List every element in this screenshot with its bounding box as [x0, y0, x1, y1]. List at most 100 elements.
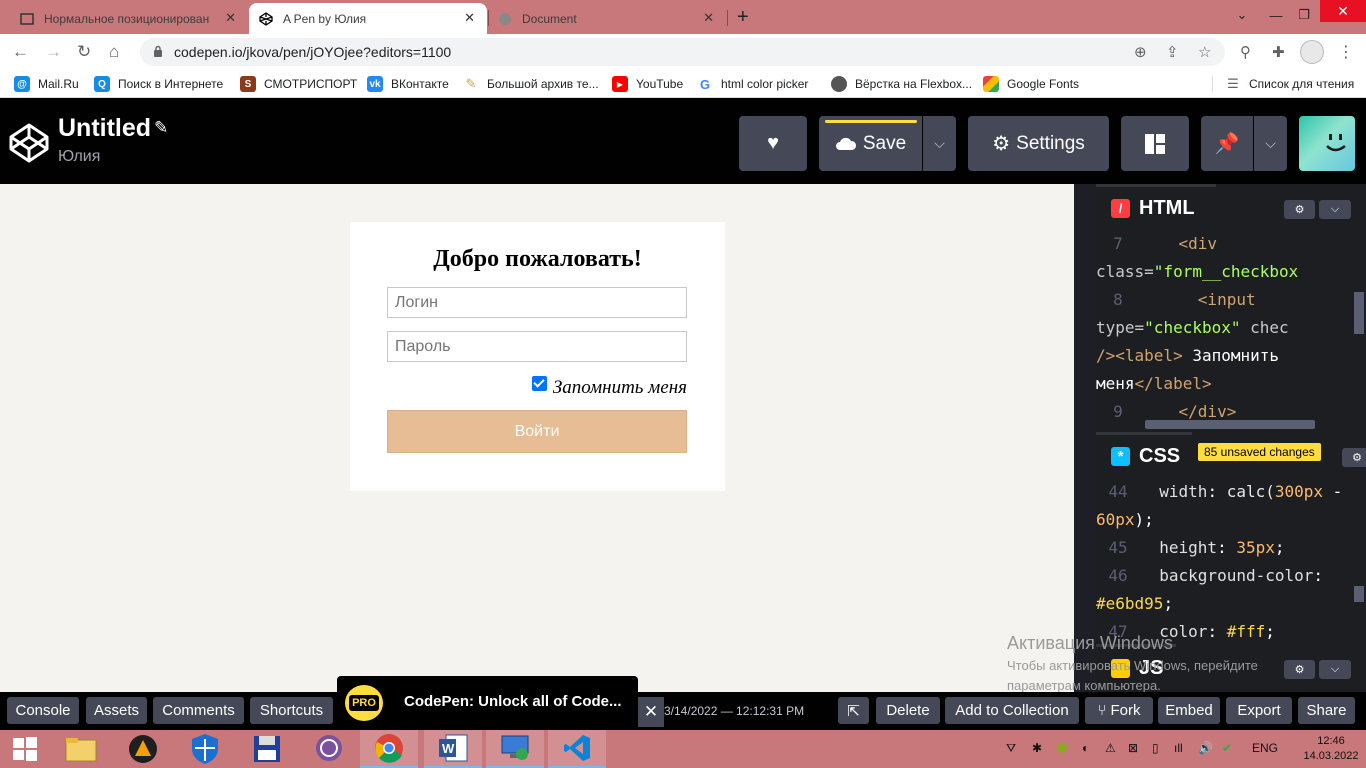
volume-icon[interactable]: 🔊 — [1198, 741, 1213, 755]
pin-options-button[interactable]: ⌵ — [1254, 116, 1287, 171]
back-arrow-icon[interactable]: ← — [12, 42, 29, 62]
profile-avatar[interactable] — [1300, 40, 1324, 64]
css-settings-button[interactable]: ⚙ — [1342, 448, 1366, 467]
close-promo-icon[interactable]: ✕ — [638, 697, 664, 727]
tray-app-icon[interactable]: ✱ — [1032, 741, 1042, 755]
nvidia-tray-icon[interactable]: ▣ — [1056, 741, 1067, 755]
save-button[interactable]: Save — [819, 116, 922, 171]
tray-app-icon[interactable]: ◐ — [1082, 741, 1089, 755]
css-code[interactable]: 44 width: calc(300px -60px); 45 height: 3… — [1096, 478, 1354, 640]
file-explorer-icon[interactable] — [52, 730, 110, 768]
share-button[interactable]: Share — [1298, 697, 1355, 724]
pin-button[interactable]: 📌 — [1201, 116, 1253, 171]
language-indicator[interactable]: ENG — [1252, 741, 1278, 755]
home-icon[interactable]: ⌂ — [109, 42, 119, 62]
change-view-button[interactable] — [1121, 116, 1189, 171]
share-icon[interactable]: ⇪ — [1166, 43, 1179, 61]
extensions-puzzle-icon[interactable]: ✚ — [1272, 43, 1285, 61]
user-avatar[interactable] — [1299, 116, 1355, 171]
tray-app-icon[interactable]: ⚠ — [1105, 741, 1116, 755]
bookmark-item[interactable]: Q Поиск в Интернете — [94, 76, 223, 92]
save-options-button[interactable]: ⌵ — [923, 116, 956, 171]
bookmark-item[interactable]: vk ВКонтакте — [367, 76, 449, 92]
tray-check-icon[interactable]: ✔ — [1222, 741, 1232, 755]
bookmark-item[interactable]: ▶ YouTube — [612, 76, 683, 92]
settings-button[interactable]: ⚙ Settings — [968, 116, 1109, 171]
remote-desktop-icon[interactable] — [486, 730, 544, 768]
window-close-icon[interactable]: ✕ — [1320, 0, 1366, 22]
bookmark-item[interactable]: @ Mail.Ru — [14, 76, 79, 92]
chrome-icon[interactable] — [360, 730, 418, 768]
browser-tab[interactable]: Нормальное позиционирован ✕ — [10, 3, 248, 34]
start-button[interactable] — [0, 730, 50, 768]
bookmark-item[interactable]: Ghtml color picker — [697, 76, 808, 92]
code-token: #e6bd95 — [1096, 594, 1164, 613]
remember-me-checkbox[interactable] — [531, 376, 547, 391]
browser-tab[interactable]: Document ✕ — [488, 3, 726, 34]
restore-icon[interactable]: ❐ — [1288, 0, 1320, 30]
shortcuts-button[interactable]: Shortcuts — [250, 697, 333, 724]
bookmark-item[interactable]: Google Fonts — [983, 76, 1079, 92]
search-extension-icon[interactable]: ⚲ — [1240, 43, 1251, 61]
password-input[interactable] — [387, 331, 687, 362]
remember-me-label[interactable]: Запомнить меня — [553, 377, 687, 398]
love-button[interactable]: ♥ — [739, 116, 807, 171]
pen-title[interactable]: Untitled — [58, 114, 151, 143]
word-icon[interactable]: W — [424, 730, 482, 768]
new-tab-icon[interactable]: + — [737, 6, 749, 29]
add-to-collection-button[interactable]: Add to Collection — [945, 697, 1079, 724]
html-vertical-scrollbar[interactable] — [1354, 292, 1364, 334]
bookmark-item[interactable]: Вёрстка на Flexbox... — [831, 76, 972, 92]
zoom-icon[interactable]: ⊕ — [1134, 43, 1147, 61]
bookmark-item[interactable]: ✎ Большой архив те... — [463, 76, 599, 92]
forward-arrow-icon[interactable]: → — [45, 42, 62, 62]
assets-button[interactable]: Assets — [86, 697, 147, 724]
login-input[interactable] — [387, 287, 687, 318]
js-settings-button[interactable]: ⚙ — [1284, 660, 1315, 679]
open-external-button[interactable]: ⇱ — [838, 697, 869, 724]
pen-author[interactable]: Юлия — [58, 148, 100, 166]
menu-kebab-icon[interactable]: ⋮ — [1338, 42, 1354, 62]
avast-icon[interactable] — [114, 730, 172, 768]
css-vertical-scrollbar[interactable] — [1354, 586, 1364, 602]
save-floppy-icon[interactable] — [238, 730, 296, 768]
comments-button[interactable]: Comments — [153, 697, 244, 724]
wifi-icon[interactable]: ıll — [1174, 741, 1183, 755]
code-token: background-color — [1159, 566, 1314, 585]
system-clock[interactable]: 12:46 14.03.2022 — [1299, 734, 1363, 764]
html-collapse-button[interactable]: ⌵ — [1319, 200, 1351, 219]
browser-tab-active[interactable]: A Pen by Юлия ✕ — [249, 3, 487, 34]
js-collapse-button[interactable]: ⌵ — [1319, 660, 1351, 679]
edit-pencil-icon[interactable]: ✎ — [154, 118, 168, 138]
fork-button[interactable]: ⑂ Fork — [1085, 697, 1153, 724]
windows-defender-icon[interactable] — [176, 730, 234, 768]
close-tab-icon[interactable]: ✕ — [703, 10, 714, 26]
embed-button[interactable]: Embed — [1158, 697, 1220, 724]
reload-icon[interactable]: ↻ — [77, 42, 91, 62]
console-button[interactable]: Console — [7, 697, 79, 724]
html-code[interactable]: 7 <div class="form__checkbox 8 <input type=… — [1096, 230, 1354, 426]
tab-search-chevron-icon[interactable]: ⌄ — [1226, 0, 1258, 30]
editor-resizer[interactable] — [1074, 184, 1096, 692]
bookmark-star-icon[interactable]: ☆ — [1198, 43, 1211, 61]
pro-promo-toast[interactable]: PRO CodePen: Unlock all of Code... — [337, 676, 638, 728]
submit-button[interactable]: Войти — [387, 410, 687, 453]
battery-icon[interactable]: ▯ — [1152, 741, 1159, 755]
delete-button[interactable]: Delete — [876, 697, 940, 724]
vscode-icon[interactable] — [548, 730, 606, 768]
codepen-logo-icon[interactable] — [8, 122, 50, 164]
tray-app-icon[interactable]: ⊠ — [1128, 741, 1138, 755]
html-editor-tab[interactable]: / HTML — [1096, 184, 1216, 230]
close-tab-icon[interactable]: ✕ — [225, 10, 236, 26]
html-horizontal-scrollbar[interactable] — [1145, 420, 1315, 429]
export-button[interactable]: Export — [1226, 697, 1292, 724]
css-editor-tab[interactable]: * CSS — [1096, 432, 1192, 478]
bookmark-item[interactable]: S СМОТРИСПОРТ — [240, 76, 357, 92]
network-tray-icon[interactable]: ⛛ — [1006, 741, 1016, 756]
address-bar[interactable]: codepen.io/jkova/pen/jOYOjee?editors=110… — [140, 38, 1225, 66]
viber-icon[interactable] — [300, 730, 358, 768]
reading-list-button[interactable]: ☰ Список для чтения — [1212, 76, 1354, 92]
close-tab-icon[interactable]: ✕ — [464, 10, 475, 26]
html-settings-button[interactable]: ⚙ — [1284, 200, 1315, 219]
activation-watermark-line: Чтобы активировать Windows, перейдите — [1007, 658, 1258, 673]
